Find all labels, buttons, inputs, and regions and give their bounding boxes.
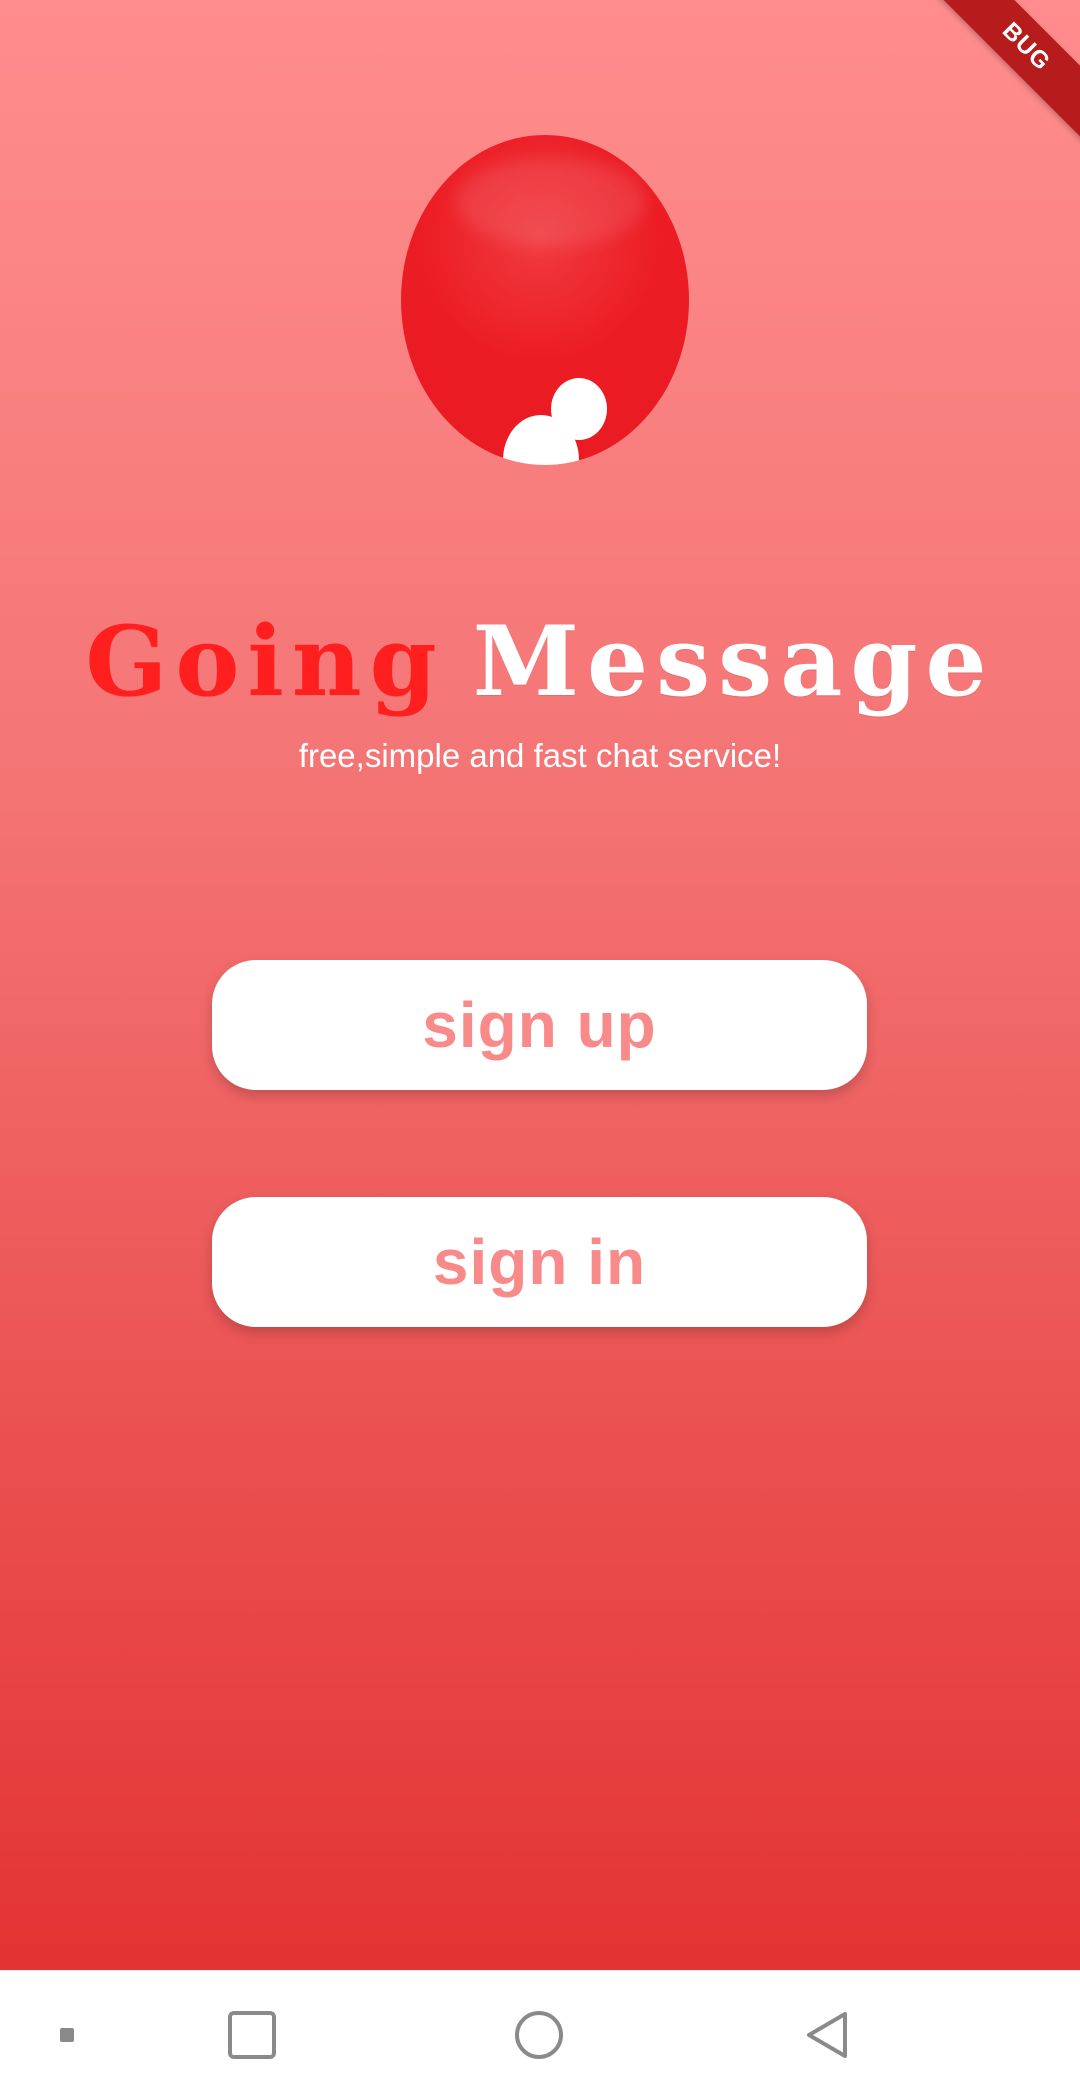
app-tagline: free,simple and fast chat service! <box>298 737 782 774</box>
app-title: Going Message <box>0 602 1080 722</box>
system-navigation-bar <box>0 1970 1080 2098</box>
app-title-part-1: Going <box>85 605 445 718</box>
chat-person-logo-icon <box>401 135 689 465</box>
sign-in-label: sign in <box>432 1226 647 1298</box>
debug-banner-label: BUG <box>996 17 1056 77</box>
sign-in-button[interactable]: sign in <box>212 1197 867 1327</box>
home-circle-icon[interactable] <box>484 1971 594 2098</box>
recent-apps-square-icon[interactable] <box>197 1971 307 2098</box>
app-title-part-2: Message <box>472 605 995 718</box>
sign-up-label: sign up <box>422 989 657 1061</box>
sign-up-button[interactable]: sign up <box>212 960 867 1090</box>
menu-dots-icon[interactable] <box>12 1971 122 2098</box>
back-triangle-icon[interactable] <box>772 1971 882 2098</box>
debug-banner: BUG <box>930 0 1080 143</box>
welcome-screen: BUG Going Message free,simple and fast ch… <box>0 0 1080 1970</box>
